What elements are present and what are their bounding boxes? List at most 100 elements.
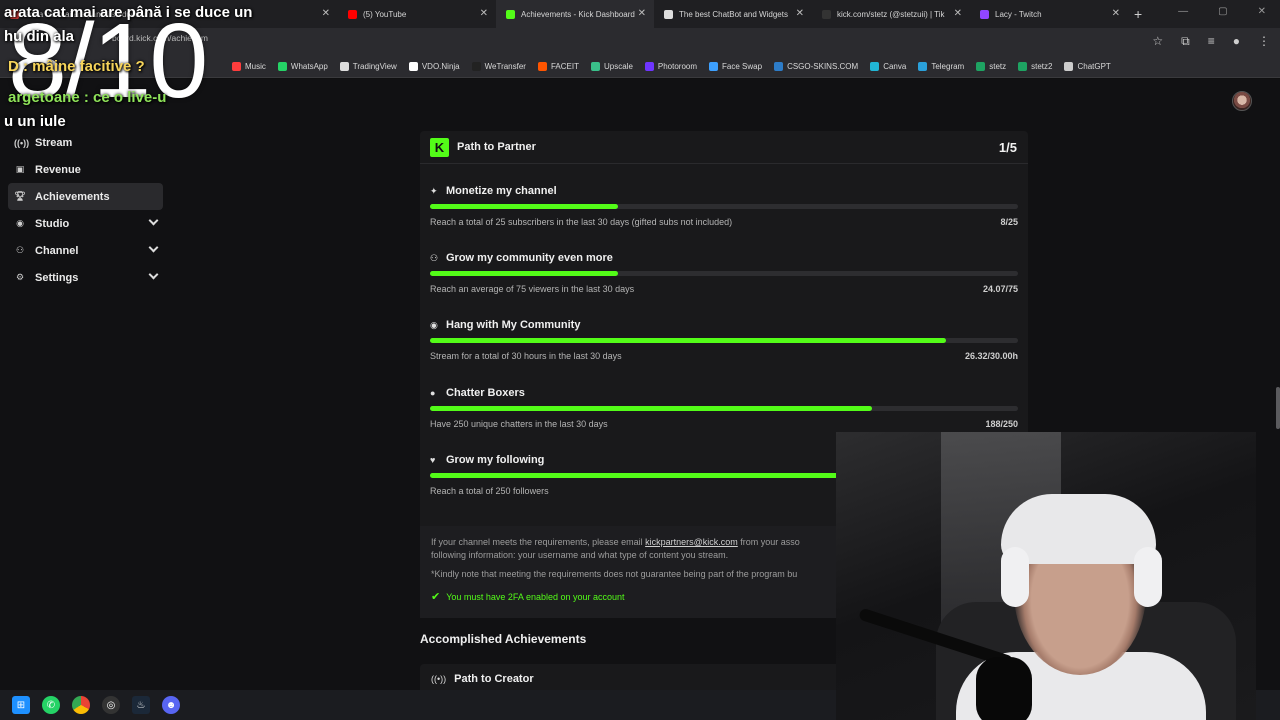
bookmark-item[interactable]: Photoroom	[644, 62, 698, 71]
microphone-icon	[976, 657, 1032, 720]
bookmark-item[interactable]: ChatGPT	[1064, 62, 1111, 71]
bookmark-favicon-icon	[590, 62, 600, 71]
twitch-icon	[980, 9, 989, 19]
bookmark-label: stetz2	[1031, 62, 1053, 71]
profile-icon[interactable]: ●	[1233, 34, 1240, 49]
sidebar-item-label: Channel	[35, 244, 79, 257]
bookmark-item[interactable]: Face Swap	[709, 62, 762, 71]
bookmark-label: Upscale	[603, 62, 633, 71]
disclaimer-note: *Kindly note that meeting the requiremen…	[431, 569, 798, 579]
chevron-down-icon[interactable]	[148, 242, 159, 253]
accomplished-title: Path to Creator	[454, 673, 534, 685]
address-bar-actions: ☆ ⧉ ≡ ● ⋮	[1152, 34, 1270, 49]
goal-value: 26.32/30.00h	[964, 351, 1018, 361]
close-tab-icon[interactable]: ✕	[322, 8, 330, 19]
chevron-down-icon[interactable]	[148, 269, 159, 280]
bookmark-item[interactable]: stetz	[976, 62, 1006, 71]
sidebar-item-label: Studio	[35, 217, 70, 230]
goal-hang: ◉ Hang with My Community Stream for a tot…	[430, 319, 1018, 361]
bookmark-label: TradingView	[352, 62, 397, 71]
goal-title: ⚇ Grow my community even more	[430, 252, 1018, 264]
tab-label: (5) YouTube	[363, 9, 407, 19]
browser-tab[interactable]: (5) YouTube ✕	[338, 0, 496, 28]
goal-description: Stream for a total of 30 hours in the la…	[430, 351, 622, 361]
bookmark-label: WhatsApp	[290, 62, 328, 71]
bookmark-item[interactable]: FACEIT	[537, 62, 579, 71]
close-tab-icon[interactable]: ✕	[480, 8, 488, 19]
sidebar-item-studio[interactable]: ◉ Studio	[8, 210, 163, 237]
goal-title-text: Grow my following	[446, 454, 545, 466]
media-icon[interactable]: ≡	[1208, 34, 1215, 49]
extensions-icon[interactable]: ⧉	[1181, 34, 1190, 49]
close-tab-icon[interactable]: ✕	[954, 8, 962, 19]
sidebar-item-label: Settings	[35, 271, 79, 284]
goal-value: 8/25	[1000, 217, 1018, 227]
steam-icon[interactable]: ♨	[132, 696, 150, 714]
sidebar-item-settings[interactable]: ⚙ Settings	[8, 264, 163, 291]
windows-start-icon[interactable]: ⊞	[12, 696, 30, 714]
tab-label: Achievements - Kick Dashboard	[521, 9, 635, 19]
bookmark-item[interactable]: Music	[232, 62, 266, 71]
sidebar-item-channel[interactable]: ⚇ Channel	[8, 237, 163, 264]
bookmark-favicon-icon	[774, 62, 784, 71]
bookmark-label: Music	[245, 62, 266, 71]
new-tab-button[interactable]: +	[1134, 6, 1142, 22]
bookmark-item[interactable]: Telegram	[918, 62, 964, 71]
progress-count: 1/5	[998, 140, 1017, 155]
progress-fill	[430, 271, 619, 276]
accomplished-heading: Accomplished Achievements	[420, 632, 587, 646]
bookmark-item[interactable]: Canva	[870, 62, 906, 71]
maximize-icon[interactable]: ▢	[1218, 6, 1227, 17]
sidebar-item-achievements[interactable]: 🏆︎ Achievements	[8, 183, 163, 210]
browser-tab-active[interactable]: Achievements - Kick Dashboard ✕	[496, 0, 654, 28]
close-tab-icon[interactable]: ✕	[796, 8, 804, 19]
bookmark-item[interactable]: VDO.Ninja	[408, 62, 460, 71]
whatsapp-icon[interactable]: ✆	[42, 696, 60, 714]
goal-title-text: Hang with My Community	[446, 319, 581, 331]
goal-description: Reach a total of 250 followers	[430, 486, 549, 496]
goal-title: ◉ Hang with My Community	[430, 319, 1018, 331]
sidebar-item-label: Achievements	[35, 190, 110, 203]
tab-label: kick.com/stetz (@stetzuii) | Tik	[837, 9, 945, 19]
bookmark-label: VDO.Ninja	[421, 62, 460, 71]
twofa-requirement: ✔ You must have 2FA enabled on your accou…	[431, 590, 625, 603]
obs-icon[interactable]: ◎	[102, 696, 120, 714]
sidebar-item-revenue[interactable]: ▣ Revenue	[8, 156, 163, 183]
progress-fill	[430, 204, 619, 209]
bookmark-star-icon[interactable]: ☆	[1152, 34, 1163, 49]
bookmark-item[interactable]: CSGO-SKINS.COM	[774, 62, 858, 71]
scrollbar[interactable]	[1276, 387, 1280, 429]
partner-email-link[interactable]: kickpartners@kick.com	[645, 537, 738, 547]
chrome-icon[interactable]	[72, 696, 90, 714]
browser-tab[interactable]: kick.com/stetz (@stetzuii) | Tik ✕	[812, 0, 970, 28]
progress-bar	[430, 406, 1018, 411]
bookmark-item[interactable]: TradingView	[339, 62, 397, 71]
discord-icon[interactable]: ☻	[162, 696, 180, 714]
goal-value: 24.07/75	[982, 284, 1018, 294]
browser-tab[interactable]: Lacy - Twitch ✕	[970, 0, 1128, 28]
goal-title: ✦ Monetize my channel	[430, 185, 1018, 197]
close-window-icon[interactable]: ✕	[1258, 6, 1266, 17]
bookmark-item[interactable]: WhatsApp	[277, 62, 328, 71]
sidebar-item-stream[interactable]: ((•)) Stream	[8, 129, 163, 156]
broadcast-icon: ((•))	[14, 137, 30, 148]
bookmark-label: Telegram	[931, 62, 965, 71]
bookmark-label: FACEIT	[550, 62, 579, 71]
goal-value: 188/250	[985, 419, 1018, 429]
webcam-overlay	[836, 432, 1256, 720]
close-tab-icon[interactable]: ✕	[1112, 8, 1120, 19]
minimize-icon[interactable]: —	[1178, 6, 1188, 17]
bookmark-item[interactable]: Upscale	[590, 62, 633, 71]
chevron-down-icon[interactable]	[148, 215, 159, 226]
screen: arata cat mai are până i se duce un ✕ (5)…	[0, 0, 1280, 720]
chat-line: u un iule	[4, 113, 66, 130]
bookmark-item[interactable]: WeTransfer	[471, 62, 526, 71]
browser-tab[interactable]: The best ChatBot and Widgets ✕	[654, 0, 812, 28]
bookmark-favicon-icon	[709, 62, 719, 71]
close-tab-icon[interactable]: ✕	[638, 8, 646, 19]
sidebar-item-label: Revenue	[35, 163, 81, 176]
bookmark-label: Photoroom	[657, 62, 698, 71]
user-avatar[interactable]	[1232, 91, 1252, 111]
menu-icon[interactable]: ⋮	[1258, 34, 1270, 49]
bookmark-item[interactable]: stetz2	[1018, 62, 1052, 71]
